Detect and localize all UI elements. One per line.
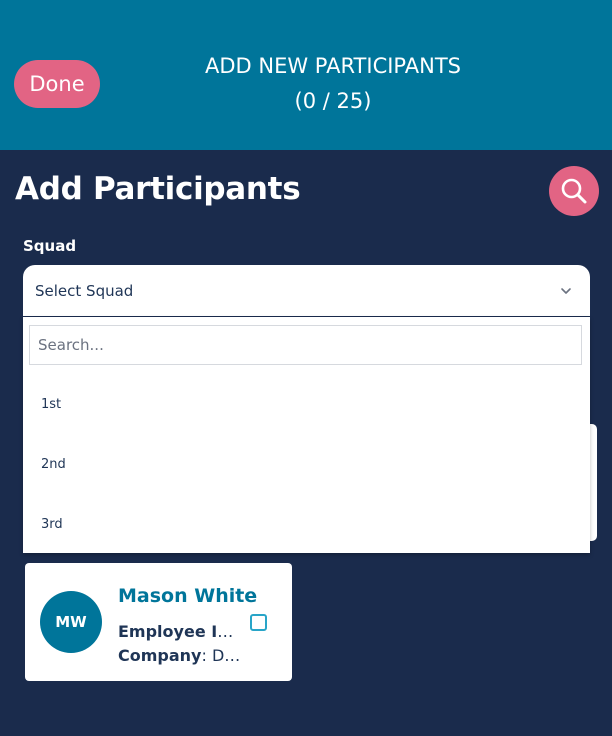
squad-select[interactable]: Select Squad	[23, 265, 590, 316]
employee-id-label: Employee ID	[118, 622, 231, 641]
squad-search-input[interactable]	[29, 325, 582, 365]
avatar: MW	[40, 591, 102, 653]
participant-card[interactable]: MW Mason White Employee ID: ... Company:…	[25, 563, 292, 681]
participant-count: (0 / 25)	[294, 89, 372, 113]
squad-option-label: 1st	[41, 397, 62, 412]
header-title: ADD NEW PARTICIPANTS	[205, 54, 461, 78]
squad-option-label: 3rd	[41, 517, 63, 532]
squad-option-label: 2nd	[41, 457, 66, 472]
squad-option[interactable]: 3rd	[23, 496, 590, 556]
employee-id-value: ...	[241, 622, 242, 641]
page-title: Add Participants	[15, 171, 301, 207]
select-checkbox[interactable]	[250, 614, 267, 631]
chevron-down-icon	[561, 288, 571, 294]
company-row: Company: De...	[118, 645, 242, 667]
squad-select-value: Select Squad	[35, 282, 134, 300]
top-header: Done ADD NEW PARTICIPANTS (0 / 25)	[0, 0, 612, 150]
squad-option[interactable]: 1st	[23, 376, 590, 436]
employee-id-row: Employee ID: ...	[118, 621, 242, 643]
squad-label: Squad	[23, 237, 77, 255]
squad-dropdown: 1st 2nd 3rd	[23, 317, 590, 553]
squad-option[interactable]: 2nd	[23, 436, 590, 496]
company-label: Company	[118, 646, 202, 665]
search-button[interactable]	[549, 166, 599, 216]
company-value: De...	[211, 646, 242, 665]
participant-name: Mason White	[118, 585, 258, 607]
search-icon	[561, 178, 587, 204]
